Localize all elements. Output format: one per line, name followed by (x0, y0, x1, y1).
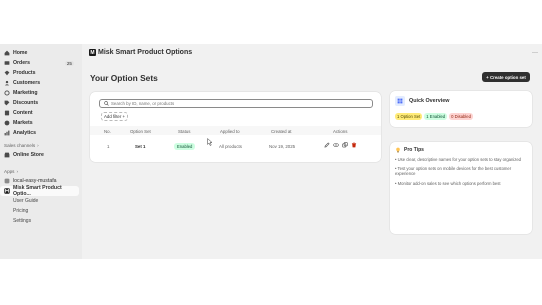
sidebar-item-label: Customers (13, 80, 41, 86)
sidebar-subitem-pricing[interactable]: Pricing (0, 206, 82, 216)
sidebar-item-content[interactable]: Content (0, 108, 82, 118)
admin-frame: Home Orders 25 Products Customers Market… (0, 44, 542, 259)
sidebar-item-label: Content (13, 110, 33, 116)
column-header-status[interactable]: Status (178, 129, 190, 134)
tip-item: • Use clear, descriptive names for your … (395, 157, 521, 162)
applied-to-value: All products (219, 144, 242, 149)
enabled-count-pill: 1 Enabled (424, 113, 448, 120)
sidebar-item-label: Misk Smart Product Optio... (13, 185, 62, 197)
pro-tips-card: Pro Tips • Use clear, descriptive names … (390, 142, 532, 234)
customers-icon (4, 80, 10, 86)
chevron-right-icon: › (37, 142, 39, 148)
edit-icon[interactable] (324, 142, 330, 148)
analytics-icon (4, 130, 10, 136)
more-options-icon[interactable]: ··· (532, 50, 538, 56)
sidebar-subitem-user-guide[interactable]: User Guide (0, 196, 82, 206)
sidebar-item-label: Marketing (13, 90, 38, 96)
overview-grid-icon (395, 96, 405, 106)
sidebar-item-label: Home (13, 50, 28, 56)
app-title: M Misk Smart Product Options (89, 49, 192, 56)
sidebar-item-home[interactable]: Home (0, 48, 82, 58)
disabled-count-pill: 0 Disabled (449, 113, 473, 120)
quick-overview-card: Quick Overview 1 Option Set 1 Enabled 0 … (390, 91, 532, 127)
overview-pills: 1 Option Set 1 Enabled 0 Disabled (395, 113, 473, 120)
sidebar-subitem-settings[interactable]: Settings (0, 216, 82, 226)
created-at-value: Nov 19, 2025 (269, 144, 296, 149)
marketing-icon (4, 90, 10, 96)
discounts-icon (4, 100, 10, 106)
row-actions (324, 142, 357, 148)
markets-icon (4, 120, 10, 126)
duplicate-icon[interactable] (342, 142, 348, 148)
orders-icon (4, 60, 10, 66)
delete-icon[interactable] (351, 142, 357, 148)
top-bar (0, 0, 542, 44)
sidebar-item-markets[interactable]: Markets (0, 118, 82, 128)
add-filter-button[interactable]: Add filter + (101, 112, 129, 121)
pro-tips-title: Pro Tips (404, 147, 424, 153)
option-set-name[interactable]: Set 1 (135, 144, 146, 149)
sidebar-item-orders[interactable]: Orders 25 (0, 58, 82, 68)
sidebar-item-label: Analytics (13, 130, 37, 136)
sidebar-item-label: local-easy-mustafa (13, 178, 57, 184)
tip-item: • Monitor add-on sales to see which opti… (395, 181, 501, 186)
table-row[interactable]: 1 Set 1 Enabled All products Nov 19, 202… (90, 139, 381, 153)
misk-logo-icon (4, 188, 10, 194)
table-header: No. Option Set Status Applied to Created… (90, 126, 381, 135)
sidebar-item-misk-app[interactable]: Misk Smart Product Optio... (0, 185, 79, 197)
search-icon (104, 101, 109, 106)
app-icon (4, 178, 10, 184)
chevron-right-icon: › (16, 168, 19, 174)
quick-overview-title: Quick Overview (409, 98, 450, 104)
create-option-set-button[interactable]: + Create option set (482, 72, 530, 82)
content-icon (4, 110, 10, 116)
option-set-count-pill: 1 Option Set (395, 113, 423, 120)
mouse-cursor-icon (207, 138, 213, 146)
tip-item: • Test your option sets on mobile device… (395, 166, 512, 177)
lightbulb-icon (395, 147, 401, 153)
search-input[interactable] (111, 101, 351, 106)
column-header-applied-to: Applied to (220, 128, 240, 134)
sidebar: Home Orders 25 Products Customers Market… (0, 44, 82, 259)
app-title-text: Misk Smart Product Options (98, 49, 193, 56)
sales-channels-section[interactable]: Sales channels › (0, 140, 82, 150)
sidebar-item-discounts[interactable]: Discounts (0, 98, 82, 108)
main-content: M Misk Smart Product Options ··· Your Op… (82, 44, 542, 259)
orders-count-badge: 25 (64, 60, 74, 66)
pro-tips-header: Pro Tips (395, 147, 424, 153)
sidebar-item-label: Online Store (13, 152, 44, 158)
sales-channels-label: Sales channels (4, 142, 36, 148)
column-header-option-set[interactable]: Option Set (130, 129, 151, 134)
apps-label: Apps (4, 168, 15, 174)
sidebar-item-customers[interactable]: Customers (0, 78, 82, 88)
column-header-no: No. (104, 128, 111, 134)
status-badge: Enabled (174, 142, 196, 150)
quick-overview-header: Quick Overview (395, 96, 449, 106)
sidebar-item-label: Orders (13, 60, 31, 66)
column-header-created-at[interactable]: Created at (271, 129, 292, 134)
sidebar-item-products[interactable]: Products (0, 68, 82, 78)
sidebar-item-label: Products (13, 70, 36, 76)
home-icon (4, 50, 10, 56)
sidebar-item-analytics[interactable]: Analytics (0, 128, 82, 138)
sidebar-item-online-store[interactable]: Online Store (0, 150, 82, 160)
option-sets-card: Add filter + No. Option Set Status Appli… (90, 92, 381, 162)
column-header-actions: Actions (333, 128, 348, 134)
apps-section[interactable]: Apps › (0, 166, 82, 176)
page-title: Your Option Sets (90, 73, 158, 83)
misk-logo-icon: M (89, 49, 96, 56)
row-number: 1 (107, 144, 110, 149)
store-icon (4, 152, 10, 158)
products-icon (4, 70, 10, 76)
sidebar-item-label: Markets (13, 120, 33, 126)
preview-icon[interactable] (333, 142, 339, 148)
sidebar-item-marketing[interactable]: Marketing (0, 88, 82, 98)
sidebar-item-label: Discounts (13, 100, 39, 106)
search-field[interactable] (99, 99, 373, 108)
